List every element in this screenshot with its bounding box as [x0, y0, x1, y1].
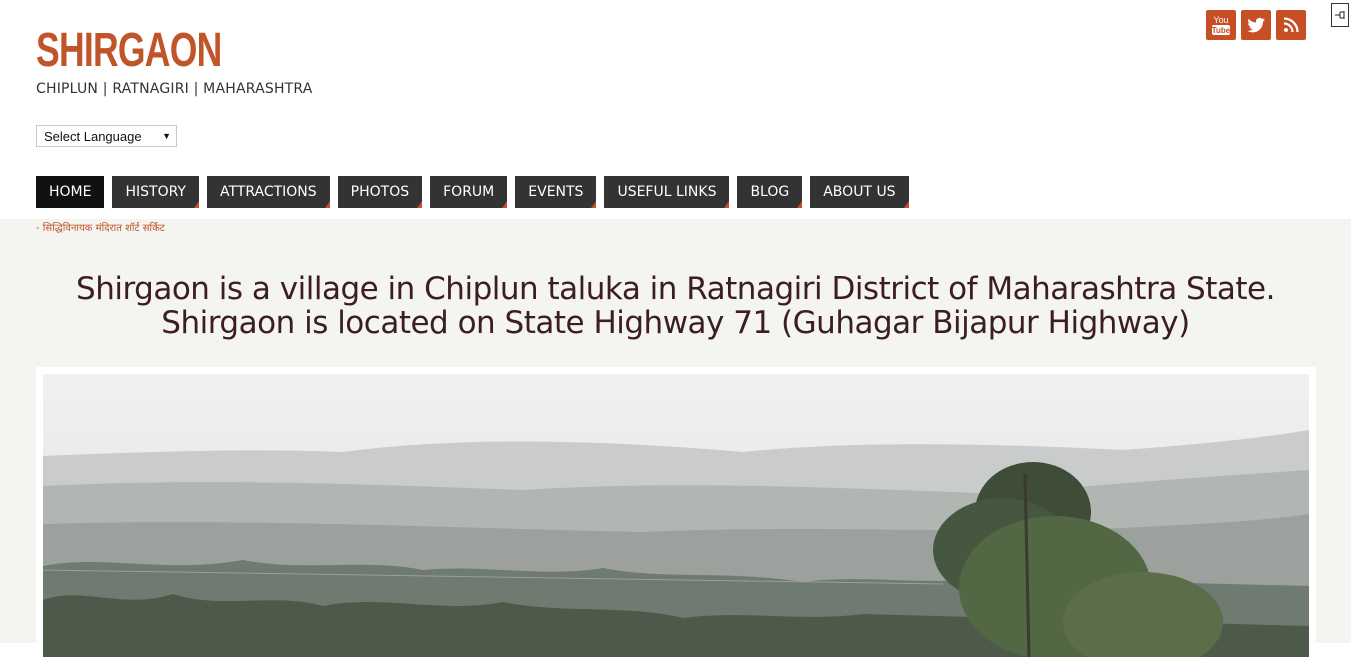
- language-select-value: Select Language: [44, 129, 142, 144]
- nav-item-useful-links[interactable]: USEFUL LINKS: [604, 176, 730, 208]
- pin-button[interactable]: [1331, 3, 1349, 27]
- nav-item-photos[interactable]: PHOTOS: [337, 176, 423, 208]
- youtube-icon: You Tube: [1212, 15, 1231, 35]
- main-navigation: HOME HISTORY ATTRACTIONS PHOTOS FORUM EV…: [36, 176, 917, 208]
- youtube-icon-label-bottom: Tube: [1212, 26, 1231, 35]
- twitter-button[interactable]: [1241, 10, 1271, 40]
- dropdown-arrow-icon: ▼: [162, 131, 171, 141]
- site-title[interactable]: SHIRGAON: [36, 24, 222, 78]
- page-headline: Shirgaon is a village in Chiplun taluka …: [0, 272, 1351, 340]
- news-ticker-link[interactable]: - सिद्धिविनायक मंदिरात शॉर्ट सर्किट: [36, 220, 165, 234]
- youtube-button[interactable]: You Tube: [1206, 10, 1236, 40]
- main-content: - सिद्धिविनायक मंदिरात शॉर्ट सर्किट Shir…: [0, 219, 1351, 657]
- nav-item-forum[interactable]: FORUM: [430, 176, 508, 208]
- nav-item-about-us[interactable]: ABOUT US: [810, 176, 909, 208]
- youtube-icon-label-top: You: [1213, 15, 1228, 25]
- pin-icon: [1335, 11, 1345, 19]
- nav-item-events[interactable]: EVENTS: [515, 176, 597, 208]
- site-tagline: CHIPLUN | RATNAGIRI | MAHARASHTRA: [36, 81, 313, 97]
- rss-button[interactable]: [1276, 10, 1306, 40]
- nav-item-attractions[interactable]: ATTRACTIONS: [206, 176, 330, 208]
- twitter-icon: [1247, 17, 1265, 33]
- hero-landscape-image: [43, 374, 1309, 657]
- hero-image-frame: [36, 367, 1316, 657]
- social-links: You Tube: [1206, 10, 1306, 40]
- language-select[interactable]: Select Language ▼: [36, 125, 177, 147]
- site-header: SHIRGAON CHIPLUN | RATNAGIRI | MAHARASHT…: [0, 0, 1351, 219]
- headline-line-1: Shirgaon is a village in Chiplun taluka …: [76, 271, 1275, 307]
- nav-item-home[interactable]: HOME: [36, 176, 105, 208]
- nav-item-history[interactable]: HISTORY: [112, 176, 199, 208]
- rss-icon: [1283, 17, 1299, 33]
- headline-line-2: Shirgaon is located on State Highway 71 …: [161, 305, 1190, 341]
- nav-item-blog[interactable]: BLOG: [737, 176, 803, 208]
